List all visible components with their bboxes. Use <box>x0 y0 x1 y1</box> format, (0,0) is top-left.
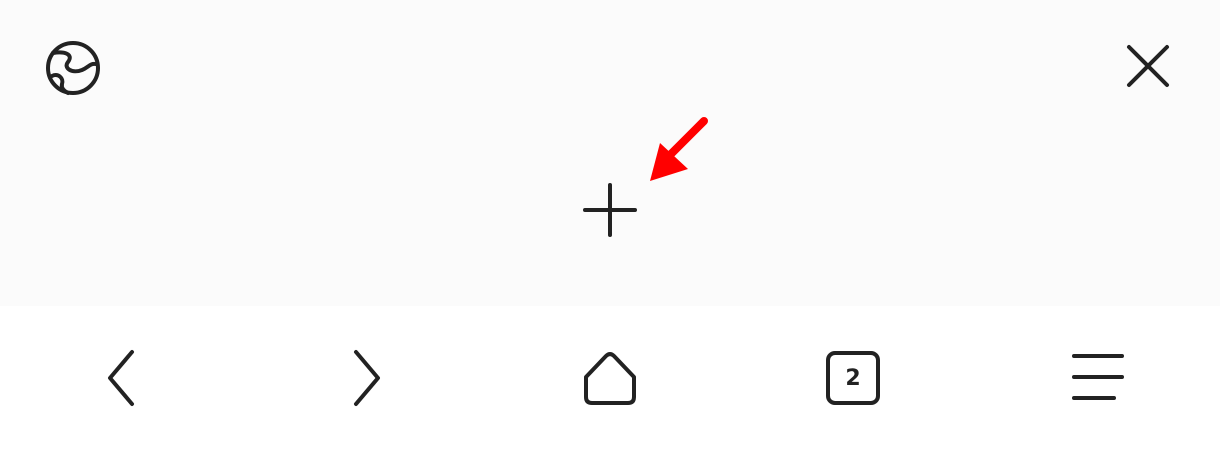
bottom-toolbar: 2 <box>0 306 1220 450</box>
chevron-left-icon[interactable] <box>106 348 138 408</box>
home-icon[interactable] <box>582 350 638 406</box>
red-arrow-icon <box>646 113 712 185</box>
tab-count-label: 2 <box>845 365 861 391</box>
plus-icon[interactable] <box>582 182 638 238</box>
hamburger-menu-icon[interactable] <box>1072 352 1124 404</box>
chevron-right-icon[interactable] <box>352 348 384 408</box>
tabs-counter-button[interactable]: 2 <box>826 351 880 405</box>
close-icon[interactable] <box>1124 42 1172 90</box>
globe-icon[interactable] <box>44 40 102 96</box>
new-tab-panel <box>0 0 1220 306</box>
